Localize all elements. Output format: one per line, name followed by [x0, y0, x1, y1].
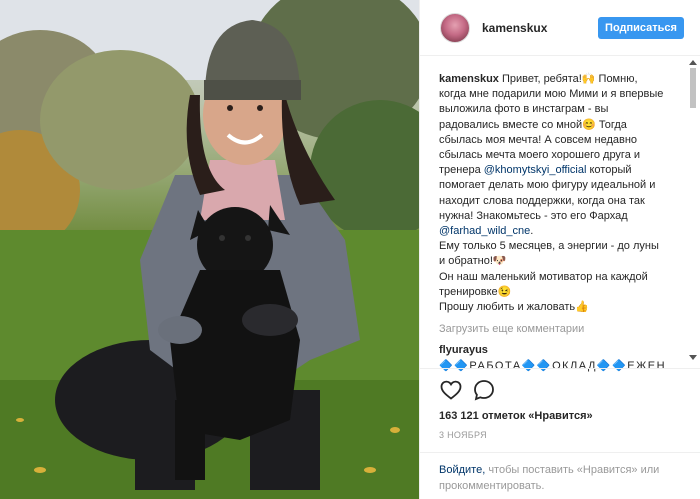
- scroll-up-arrow-icon[interactable]: [689, 60, 697, 65]
- scrollbar-thumb[interactable]: [690, 68, 696, 108]
- heart-svg: [440, 380, 462, 400]
- post-photo[interactable]: [0, 0, 419, 499]
- login-link[interactable]: Войдите,: [439, 464, 485, 476]
- caption-text-part3: . Ему только 5 месяцев, а энергии - до л…: [439, 225, 659, 314]
- post-author-username[interactable]: kamenskux: [482, 21, 547, 35]
- photo-tree-mid: [40, 50, 200, 190]
- photo-puppy-eye-left: [219, 235, 225, 241]
- load-more-comments-link[interactable]: Загрузить еще комментарии: [439, 322, 665, 337]
- photo-puppy-leg: [175, 400, 205, 480]
- avatar[interactable]: [440, 13, 470, 43]
- photo-illustration: [0, 0, 419, 499]
- post-header: kamenskux Подписаться: [420, 0, 700, 56]
- follow-button[interactable]: Подписаться: [598, 17, 684, 39]
- speech-bubble-icon[interactable]: [472, 378, 496, 402]
- caption-author[interactable]: kamenskux: [439, 73, 499, 85]
- scroll-down-arrow-icon[interactable]: [689, 355, 697, 360]
- photo-glove-right: [242, 304, 298, 336]
- comment-author[interactable]: flyurayus: [439, 344, 488, 356]
- caption-text-part1: Привет, ребята!🙌 Помню, когда мне подари…: [439, 73, 664, 177]
- likes-count[interactable]: 163 121 отметок «Нравится»: [439, 410, 593, 422]
- comment-svg: [474, 380, 494, 401]
- photo-puppy-eye-right: [245, 235, 251, 241]
- heart-outline-icon[interactable]: [439, 378, 463, 402]
- photo-eye-left: [227, 105, 233, 111]
- caption-comment: kamenskux Привет, ребята!🙌 Помню, когда …: [439, 72, 665, 315]
- comments-list: kamenskux Привет, ребята!🙌 Помню, когда …: [439, 72, 665, 374]
- photo-beanie-band: [204, 80, 301, 100]
- post-side-panel: kamenskux Подписаться kamenskux Привет, …: [419, 0, 700, 499]
- photo-sleeve-left: [158, 316, 202, 344]
- comments-scrollbar[interactable]: [689, 60, 697, 360]
- photo-eye-right: [257, 105, 263, 111]
- caption-mention-trainer[interactable]: @khomytskyi_official: [484, 164, 587, 176]
- login-prompt: Войдите, чтобы поставить «Нравится» или …: [420, 452, 700, 499]
- caption-mention-dog[interactable]: @farhad_wild_cne: [439, 225, 530, 237]
- post-date: 3 НОЯБРЯ: [439, 430, 487, 440]
- post-actions: [420, 368, 700, 408]
